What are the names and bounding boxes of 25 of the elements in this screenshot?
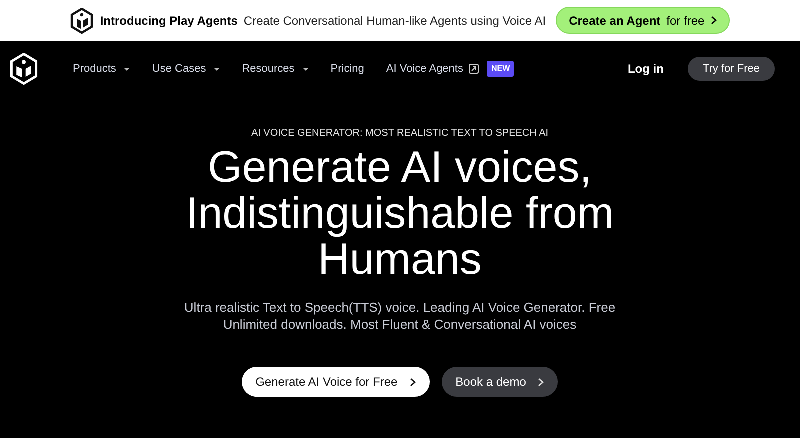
external-link-icon (469, 64, 480, 74)
generate-voice-button[interactable]: Generate AI Voice for Free (242, 367, 430, 397)
chevron-icon (710, 16, 717, 25)
logo-icon[interactable] (9, 53, 39, 85)
chevron-icon (410, 378, 416, 386)
login-link[interactable]: Log in (628, 60, 664, 78)
nav-link[interactable]: Use Cases (152, 60, 220, 78)
logo-icon (70, 8, 94, 34)
announcement-title: Introducing Play Agents (100, 12, 238, 30)
try-free-button[interactable]: Try for Free (688, 57, 775, 81)
book-demo-button[interactable]: Book a demo (442, 367, 558, 397)
headline: Generate AI voices, Indistinguishable from Humans (186, 145, 614, 283)
nav-link[interactable]: Products (73, 60, 130, 78)
eyebrow-text: AI VOICE GENERATOR: MOST REALISTIC TEXT TO SPEECH AI (251, 127, 549, 141)
caret-icon (214, 68, 220, 70)
nav-link[interactable]: AI Voice Agents (386, 60, 480, 78)
nav-link[interactable]: Resources (242, 60, 309, 78)
create-agent-button[interactable]: Create an Agent for free (556, 7, 730, 34)
subtitle: Ultra realistic Text to Speech(TTS) voice. Leading AI Voice Generator. Free Unlimited downloads. Most Fluent & Conversational AI voices (184, 299, 616, 333)
nav-link[interactable]: Pricing (330, 60, 364, 78)
new-badge: NEW (487, 61, 514, 77)
caret-icon (302, 68, 309, 70)
caret-icon (124, 68, 130, 70)
chevron-icon (538, 378, 544, 386)
announcement-text: Create Conversational Human-like Agents using Voice AI (244, 12, 546, 30)
